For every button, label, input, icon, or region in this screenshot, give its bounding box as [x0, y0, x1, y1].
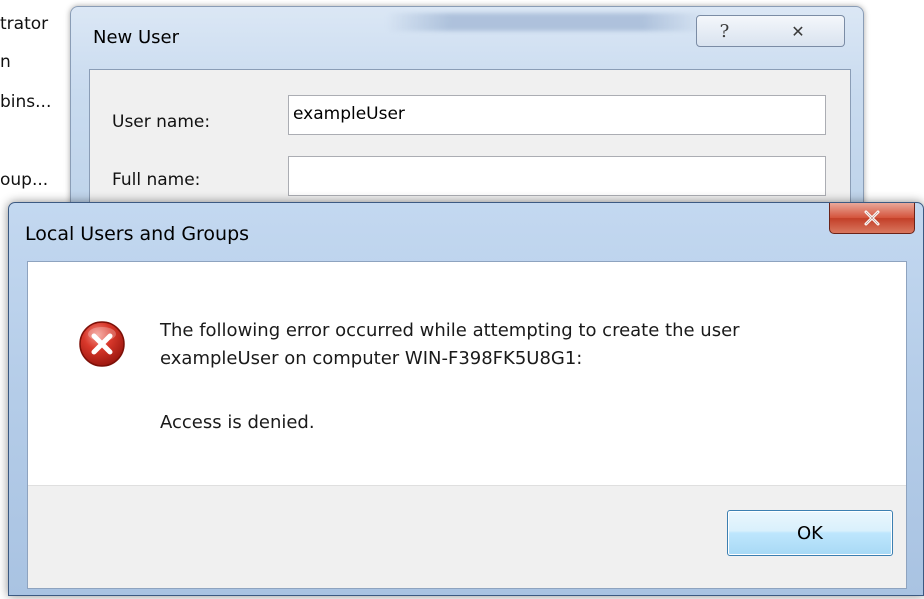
help-icon: ? — [719, 20, 730, 42]
full-name-input[interactable] — [288, 156, 826, 196]
error-icon — [79, 321, 125, 367]
close-icon — [864, 210, 880, 226]
background-user-list: trator n bins... oup... — [0, 0, 80, 210]
close-icon: ✕ — [791, 21, 805, 41]
list-item[interactable]: bins... — [0, 92, 51, 112]
error-dialog: Local Users and Groups The following err… — [8, 202, 924, 596]
user-name-label: User name: — [112, 112, 211, 132]
error-message-line-1: The following error occurred while attem… — [160, 320, 740, 341]
help-button[interactable]: ? — [696, 15, 753, 47]
full-name-label: Full name: — [112, 170, 201, 190]
list-item[interactable]: trator — [0, 14, 48, 34]
error-message-line-2: exampleUser on computer WIN-F398FK5U8G1: — [160, 348, 583, 369]
desktop-area: trator n bins... oup... New User ? ✕ Use… — [0, 0, 924, 599]
error-close-button[interactable] — [829, 203, 915, 234]
button-bar: OK — [28, 485, 906, 588]
blurred-title-text — [386, 13, 706, 31]
list-item[interactable]: n — [0, 52, 11, 72]
error-detail: Access is denied. — [160, 412, 315, 433]
list-item[interactable]: oup... — [0, 170, 48, 190]
error-dialog-body: The following error occurred while attem… — [27, 261, 907, 589]
new-user-dialog-title: New User — [93, 27, 180, 48]
error-dialog-title: Local Users and Groups — [25, 223, 250, 245]
user-name-input[interactable]: exampleUser — [288, 95, 826, 135]
new-user-dialog: New User ? ✕ User name: exampleUser Full… — [70, 6, 864, 231]
close-button[interactable]: ✕ — [752, 15, 845, 47]
ok-button[interactable]: OK — [727, 510, 893, 556]
